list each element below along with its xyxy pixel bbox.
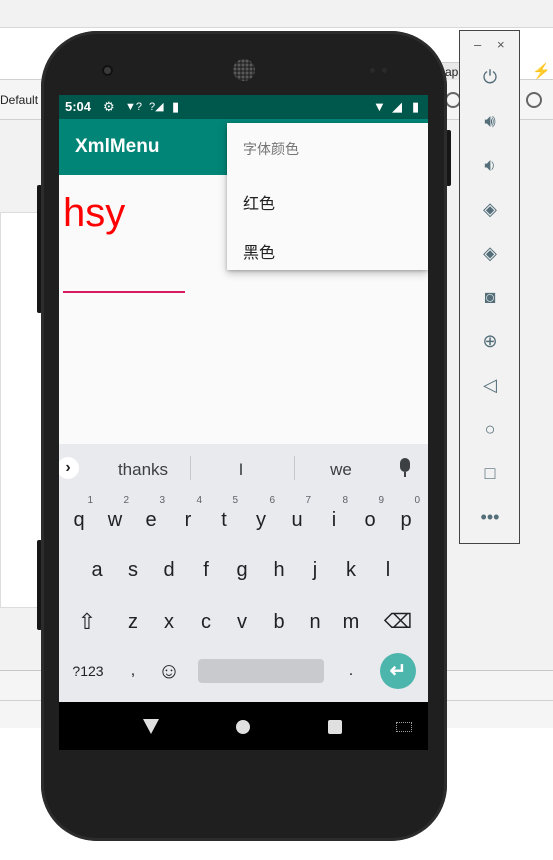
key-j[interactable]: j xyxy=(299,549,331,591)
wifi-icon: ▼ xyxy=(373,99,386,114)
key-m[interactable]: m xyxy=(335,601,367,643)
menu-item-label: 红色 xyxy=(243,196,276,213)
edit-text-underline xyxy=(63,291,185,293)
camera-icon[interactable]: ◙ xyxy=(474,281,506,313)
rotate-right-icon[interactable]: ◈ xyxy=(474,237,506,269)
run-config-label: ap xyxy=(445,65,459,79)
key-k[interactable]: k xyxy=(335,549,367,591)
status-time: 5:04 xyxy=(65,99,92,114)
status-bar: 5:04 ⚙ ▼? ?◢ ▮ ▼ ◢ ▮ xyxy=(59,95,428,119)
menu-item-black[interactable]: 黑色 xyxy=(227,225,428,273)
backspace-key[interactable]: ⌫ xyxy=(382,601,414,643)
comma-key[interactable]: , xyxy=(117,650,149,692)
microphone-icon-stem xyxy=(404,472,406,477)
key-o[interactable]: o9 xyxy=(354,495,386,541)
volume-down-icon[interactable]: 🔉︎ xyxy=(474,149,506,181)
key-n[interactable]: n xyxy=(299,601,331,643)
key-u[interactable]: u7 xyxy=(281,495,313,541)
symbols-key[interactable]: ?123 xyxy=(67,650,109,692)
space-key[interactable] xyxy=(198,659,324,683)
key-e[interactable]: e3 xyxy=(135,495,167,541)
signal-question-icon: ?◢ xyxy=(149,101,164,113)
key-b[interactable]: b xyxy=(263,601,295,643)
edit-text[interactable]: hsy xyxy=(63,191,125,236)
key-h[interactable]: h xyxy=(263,549,295,591)
suggestion-item[interactable]: we xyxy=(321,460,361,480)
ide-title-bar xyxy=(0,0,553,28)
signal-icon: ◢ xyxy=(392,99,402,114)
navigation-bar xyxy=(59,702,428,750)
volume-up-icon[interactable]: 🔊︎ xyxy=(474,105,506,137)
back-icon[interactable]: ◁ xyxy=(474,369,506,401)
recents-icon[interactable] xyxy=(328,720,342,734)
power-icon[interactable]: ⏻ xyxy=(474,61,506,93)
front-camera xyxy=(102,65,113,76)
menu-item-red[interactable]: 红色 xyxy=(227,176,428,224)
earpiece-speaker xyxy=(233,59,255,81)
settings-circle-icon[interactable] xyxy=(526,92,542,108)
sd-card-icon: ▮ xyxy=(172,99,180,114)
close-button[interactable]: × xyxy=(497,37,505,52)
period-key[interactable]: . xyxy=(335,650,367,692)
divider xyxy=(294,456,295,480)
key-i[interactable]: i8 xyxy=(318,495,350,541)
suggestion-item[interactable]: thanks xyxy=(111,460,175,480)
minimize-button[interactable]: – xyxy=(474,37,481,52)
key-v[interactable]: v xyxy=(226,601,258,643)
key-r[interactable]: r4 xyxy=(172,495,204,541)
key-c[interactable]: c xyxy=(190,601,222,643)
key-f[interactable]: f xyxy=(190,549,222,591)
theme-selector[interactable]: Default xyxy=(0,93,38,107)
key-l[interactable]: l xyxy=(372,549,404,591)
suggestion-bar: › thanks I we xyxy=(59,444,428,492)
phone-screen: 5:04 ⚙ ▼? ?◢ ▮ ▼ ◢ ▮ XmlMenu hsy 字体颜色 红色… xyxy=(59,95,428,750)
key-p[interactable]: p0 xyxy=(390,495,422,541)
soft-keyboard: › thanks I we q1 w2 e3 r4 t5 y6 u7 i8 o9… xyxy=(59,444,428,702)
menu-item-label: 黑色 xyxy=(243,245,276,262)
menu-header: 字体颜色 xyxy=(243,141,299,157)
more-icon[interactable]: ••• xyxy=(474,501,506,533)
bolt-icon[interactable]: ⚡ xyxy=(532,62,551,80)
divider xyxy=(190,456,191,480)
key-s[interactable]: s xyxy=(117,549,149,591)
app-title: XmlMenu xyxy=(75,136,160,157)
key-x[interactable]: x xyxy=(153,601,185,643)
overview-icon[interactable]: □ xyxy=(474,457,506,489)
home-icon[interactable]: ○ xyxy=(474,413,506,445)
desktop: ap ⚡ Default 5:04 ⚙ ▼? ?◢ ▮ ▼ ◢ ▮ XmlMen… xyxy=(0,0,553,860)
microphone-icon[interactable] xyxy=(400,458,410,472)
battery-icon: ▮ xyxy=(412,99,420,114)
suggestion-item[interactable]: I xyxy=(231,460,251,480)
rotate-left-icon[interactable]: ◈ xyxy=(474,193,506,225)
chevron-right-icon[interactable]: › xyxy=(59,457,79,479)
key-w[interactable]: w2 xyxy=(99,495,131,541)
emoji-icon[interactable]: ☺ xyxy=(153,650,185,692)
zoom-icon[interactable]: ⊕ xyxy=(474,325,506,357)
light-sensor xyxy=(382,68,387,73)
popup-menu: 字体颜色 红色 黑色 xyxy=(227,123,428,270)
enter-key[interactable]: ↵ xyxy=(380,653,416,689)
keyboard-switch-icon[interactable] xyxy=(396,722,412,732)
gear-icon: ⚙ xyxy=(103,99,115,114)
wifi-question-icon: ▼? xyxy=(125,101,143,113)
key-y[interactable]: y6 xyxy=(245,495,277,541)
key-a[interactable]: a xyxy=(81,549,113,591)
key-g[interactable]: g xyxy=(226,549,258,591)
key-d[interactable]: d xyxy=(153,549,185,591)
home-icon[interactable] xyxy=(236,720,250,734)
shift-key[interactable]: ⇧ xyxy=(71,601,103,643)
back-icon[interactable] xyxy=(143,719,159,734)
emulator-toolbar: – × ⏻ 🔊︎ 🔉︎ ◈ ◈ ◙ ⊕ ◁ ○ □ ••• xyxy=(459,30,520,544)
proximity-sensor xyxy=(370,68,375,73)
key-q[interactable]: q1 xyxy=(63,495,95,541)
key-z[interactable]: z xyxy=(117,601,149,643)
key-t[interactable]: t5 xyxy=(208,495,240,541)
